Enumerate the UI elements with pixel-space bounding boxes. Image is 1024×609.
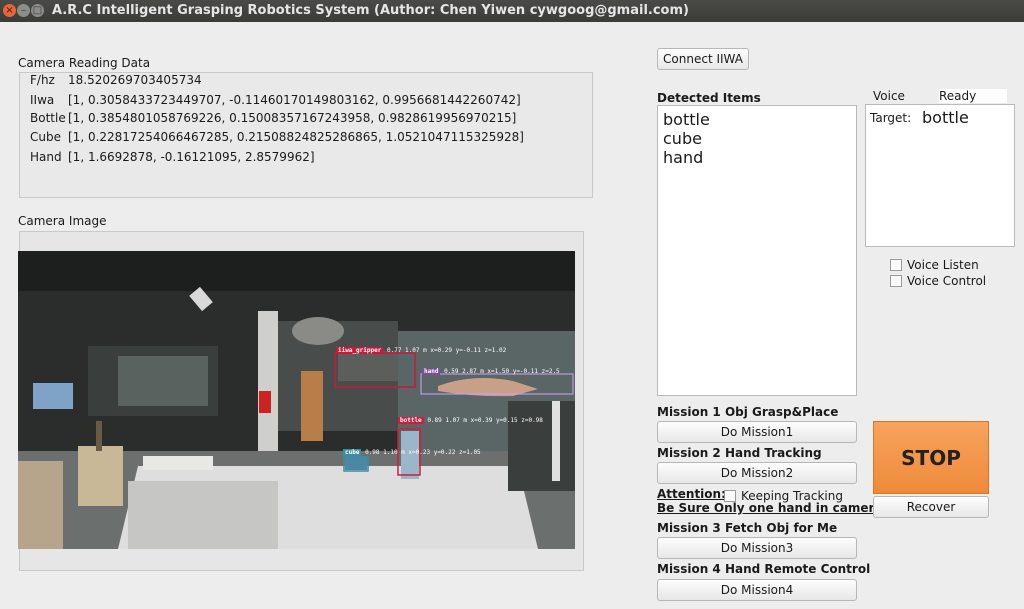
stop-button[interactable]: STOP — [873, 421, 989, 494]
data-key-hand: Hand — [30, 150, 62, 164]
detection-tag-bottle: bottle — [398, 417, 424, 424]
maximize-icon[interactable]: □ — [31, 4, 44, 17]
detected-items-list[interactable]: bottle cube hand — [657, 105, 857, 396]
close-icon[interactable]: × — [3, 4, 16, 17]
data-key-fhz: F/hz — [30, 73, 55, 87]
detection-tag-hand: hand — [422, 368, 441, 375]
detection-label-hand: hand 0.59 2.87 m x=1.50 y=-0.11 z=2.5 — [422, 368, 560, 375]
detection-text-bottle: 0.89 1.07 m x=0.39 y=0.15 z=0.98 — [427, 417, 543, 424]
detection-label-iiwa: iiwa_gripper 0.77 1.07 m x=0.29 y=-0.11 … — [336, 347, 506, 354]
window-title: A.R.C Intelligent Grasping Robotics Syst… — [52, 3, 689, 18]
mission3-heading: Mission 3 Fetch Obj for Me — [657, 521, 838, 535]
detection-text-hand: 0.59 2.87 m x=1.50 y=-0.11 z=2.5 — [444, 368, 560, 375]
camera-image: iiwa_gripper 0.77 1.07 m x=0.29 y=-0.11 … — [18, 251, 575, 549]
data-key-cube: Cube — [30, 130, 61, 144]
recover-button[interactable]: Recover — [873, 496, 989, 518]
list-item[interactable]: cube — [658, 129, 856, 148]
connect-iiwa-button[interactable]: Connect IIWA — [657, 48, 749, 70]
target-label: Target: — [870, 111, 912, 125]
mission2-heading: Mission 2 Hand Tracking — [657, 446, 822, 460]
data-key-iiwa: IIwa — [30, 93, 55, 107]
attention-label: Attention: — [657, 487, 726, 501]
list-item[interactable]: bottle — [658, 110, 856, 129]
checkbox-box[interactable] — [890, 275, 902, 287]
do-mission1-button[interactable]: Do Mission1 — [657, 421, 857, 443]
detection-text-cube: 0.98 1.10 m x=0.23 y=0.22 z=1.05 — [365, 449, 481, 456]
voice-control-label: Voice Control — [907, 274, 987, 288]
data-value-cube: [1, 0.22817254066467285, 0.2150882482528… — [68, 130, 524, 144]
mission1-heading: Mission 1 Obj Grasp&Place — [657, 405, 839, 419]
checkbox-box[interactable] — [890, 259, 902, 271]
detection-label-cube: cube 0.98 1.10 m x=0.23 y=0.22 z=1.05 — [343, 449, 481, 456]
detection-tag-cube: cube — [343, 449, 362, 456]
voice-control-checkbox[interactable]: Voice Control — [890, 274, 986, 288]
voice-listen-checkbox[interactable]: Voice Listen — [890, 258, 979, 272]
voice-target-panel: Target: bottle — [865, 104, 1015, 247]
list-item[interactable]: hand — [658, 148, 856, 167]
camera-scene — [18, 251, 575, 549]
detection-text-iiwa: 0.77 1.07 m x=0.29 y=-0.11 z=1.02 — [386, 347, 507, 354]
data-value-fhz: 18.520269703405734 — [68, 73, 202, 87]
voice-listen-label: Voice Listen — [907, 258, 979, 272]
voice-label: Voice — [873, 89, 905, 103]
target-value: bottle — [922, 108, 969, 127]
do-mission2-button[interactable]: Do Mission2 — [657, 462, 857, 484]
data-value-bottle: [1, 0.3854801058769226, 0.15008357167243… — [68, 111, 517, 125]
attention-note: Be Sure Only one hand in camera — [657, 501, 883, 515]
mission4-heading: Mission 4 Hand Remote Control — [657, 562, 871, 576]
detection-label-bottle: bottle 0.89 1.07 m x=0.39 y=0.15 z=0.98 — [398, 417, 543, 424]
data-value-iiwa: [1, 0.3058433723449707, -0.1146017014980… — [68, 93, 521, 107]
camera-image-heading: Camera Image — [18, 214, 107, 228]
voice-status: Ready — [939, 89, 1007, 103]
data-key-bottle: Bottle — [30, 111, 66, 125]
detected-items-heading: Detected Items — [657, 91, 761, 105]
data-value-hand: [1, 1.6692878, -0.16121095, 2.8579962] — [68, 150, 315, 164]
camera-data-panel: F/hz 18.520269703405734 IIwa [1, 0.30584… — [19, 72, 593, 198]
minimize-icon[interactable]: – — [17, 4, 30, 17]
camera-data-heading: Camera Reading Data — [18, 56, 151, 70]
detection-tag-iiwa: iiwa_gripper — [336, 347, 384, 354]
window-titlebar: × – □ A.R.C Intelligent Grasping Robotic… — [0, 0, 1024, 22]
do-mission3-button[interactable]: Do Mission3 — [657, 537, 857, 559]
do-mission4-button[interactable]: Do Mission4 — [657, 579, 857, 601]
